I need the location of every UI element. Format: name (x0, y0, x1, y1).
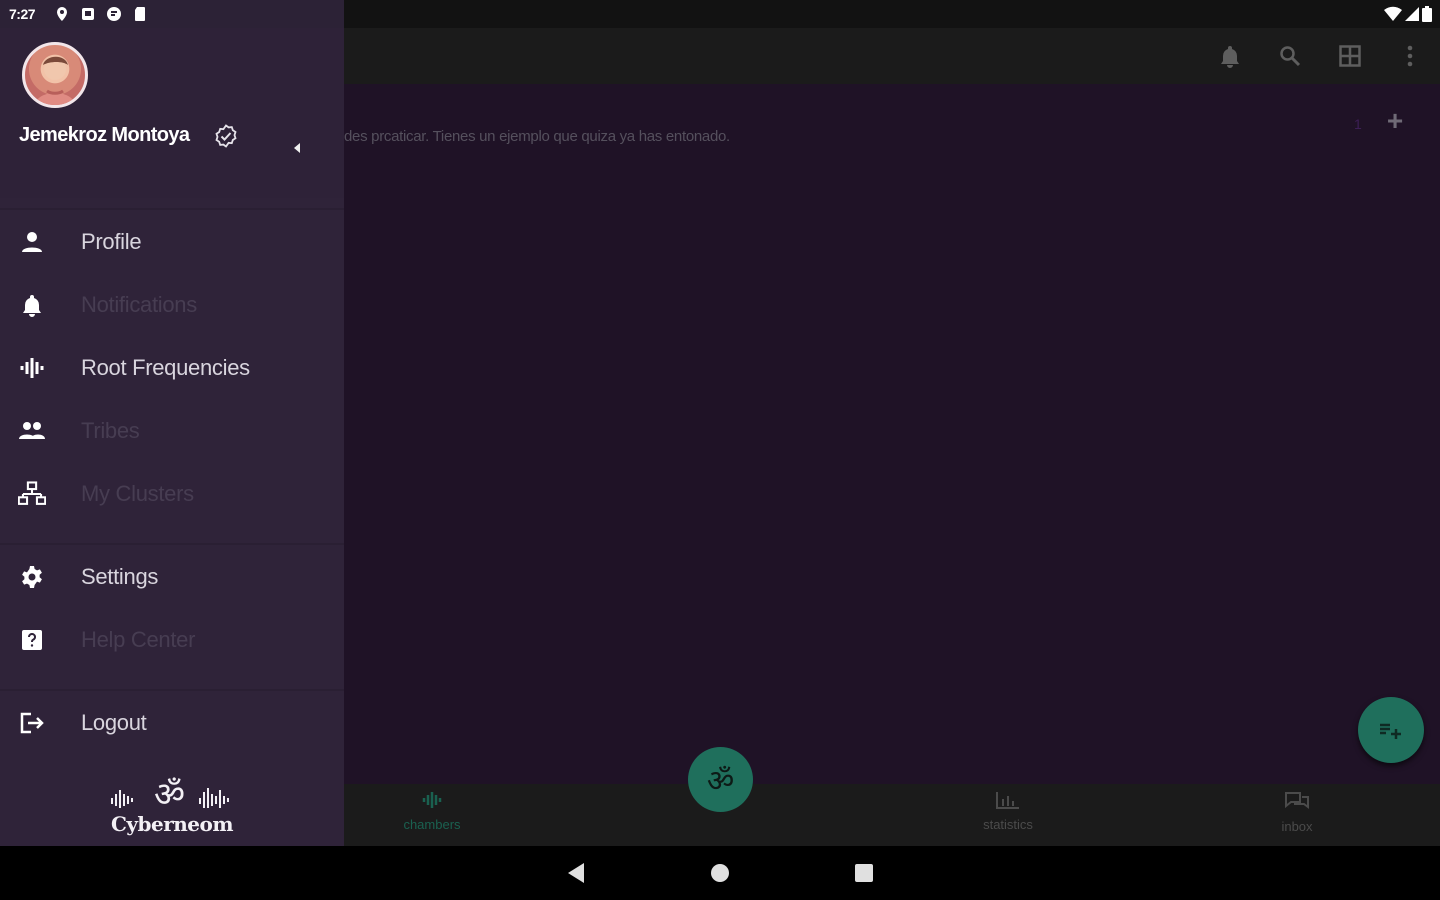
nav-chambers[interactable]: chambers (377, 790, 487, 832)
person-icon (18, 228, 46, 256)
nav-chambers-label: chambers (403, 817, 461, 832)
menu-group-account: Logout (0, 689, 344, 754)
menu-label-tribes: Tribes (81, 417, 140, 443)
system-recents-button[interactable] (834, 846, 894, 900)
status-left-icons (54, 6, 148, 22)
wifi-icon (1384, 6, 1402, 22)
menu-label-help-center: Help Center (81, 626, 196, 652)
grid-view-button[interactable] (1320, 28, 1380, 84)
system-back-button[interactable] (546, 846, 606, 900)
home-circle-icon (711, 864, 729, 882)
grid-icon (1339, 45, 1361, 67)
back-triangle-icon (568, 863, 584, 883)
avatar[interactable] (22, 42, 88, 108)
status-bar-drawer-section (0, 0, 344, 28)
collapse-drawer-icon[interactable] (290, 140, 304, 156)
signal-icon (1405, 7, 1419, 21)
menu-label-profile: Profile (81, 228, 142, 254)
user-name: Jemekroz Montoya (19, 124, 190, 146)
menu-label-root-frequencies: Root Frequencies (81, 354, 250, 380)
navigation-drawer: Jemekroz Montoya Profile Notifications R… (0, 28, 344, 846)
bell-icon (18, 291, 46, 319)
nav-inbox[interactable]: inbox (1242, 790, 1352, 834)
verified-badge-icon (215, 124, 237, 148)
menu-item-settings[interactable]: Settings (0, 545, 344, 608)
bar-chart-icon (996, 792, 1019, 809)
recents-square-icon (855, 864, 873, 882)
chat-icon (1285, 792, 1309, 809)
search-button[interactable] (1260, 28, 1320, 84)
nav-statistics-label: statistics (983, 817, 1033, 832)
menu-item-help-center[interactable]: Help Center (0, 608, 344, 671)
content-hint-text: des prcaticar. Tienes un ejemplo que qui… (344, 128, 730, 145)
menu-label-settings: Settings (81, 563, 159, 589)
menu-label-notifications: Notifications (81, 291, 197, 317)
help-icon (18, 626, 46, 654)
system-home-button[interactable] (690, 846, 750, 900)
drawer-menu: Profile Notifications Root Frequencies T… (0, 208, 344, 754)
add-button[interactable]: + (1380, 106, 1410, 136)
menu-item-logout[interactable]: Logout (0, 691, 344, 754)
bell-icon (1221, 46, 1239, 68)
om-fab[interactable]: ॐ (688, 747, 753, 812)
menu-item-notifications[interactable]: Notifications (0, 273, 344, 336)
network-icon (18, 480, 46, 508)
logout-icon (18, 709, 46, 737)
main-content: des prcaticar. Tienes un ejemplo que qui… (344, 84, 1440, 784)
notifications-button[interactable] (1200, 28, 1260, 84)
notification-round-icon (107, 7, 121, 21)
svg-text:ॐ: ॐ (154, 776, 185, 814)
notification-square-icon (82, 8, 94, 20)
content-count: 1 (1354, 116, 1362, 132)
nav-statistics[interactable]: statistics (953, 790, 1063, 832)
drawer-header: Jemekroz Montoya (0, 28, 344, 198)
playlist-add-icon (1380, 723, 1401, 739)
more-vert-icon (1407, 45, 1413, 67)
menu-label-logout: Logout (81, 709, 147, 735)
waveform-icon (422, 792, 442, 808)
waveform-icon (18, 354, 46, 382)
create-fab[interactable] (1358, 697, 1424, 763)
more-options-button[interactable] (1380, 28, 1440, 84)
app-bar (344, 28, 1440, 84)
bottom-navigation: chambers statistics inbox (344, 784, 1440, 846)
menu-item-tribes[interactable]: Tribes (0, 399, 344, 462)
sd-card-icon (135, 7, 145, 21)
location-icon (57, 7, 67, 21)
avatar-portrait-icon (35, 56, 75, 105)
status-time: 7:27 (9, 6, 36, 22)
menu-group-main: Profile Notifications Root Frequencies T… (0, 208, 344, 525)
menu-group-support: Settings Help Center (0, 543, 344, 671)
menu-item-profile[interactable]: Profile (0, 210, 344, 273)
om-waveform-logo-icon: ॐ (111, 775, 229, 815)
menu-item-my-clusters[interactable]: My Clusters (0, 462, 344, 525)
system-navigation-bar (0, 846, 1440, 900)
app-logo: ॐ Cyberneom (104, 775, 240, 836)
status-bar: 7:27 (0, 0, 1440, 28)
menu-label-my-clusters: My Clusters (81, 480, 194, 506)
logo-text: Cyberneom (110, 812, 234, 836)
om-symbol: ॐ (706, 764, 735, 799)
status-right-icons (1384, 6, 1432, 22)
search-icon (1280, 46, 1301, 67)
gear-icon (18, 563, 46, 591)
nav-inbox-label: inbox (1281, 819, 1313, 834)
app-bar-actions (1200, 28, 1440, 84)
group-icon (18, 417, 46, 445)
menu-item-root-frequencies[interactable]: Root Frequencies (0, 336, 344, 399)
battery-icon (1422, 6, 1432, 22)
